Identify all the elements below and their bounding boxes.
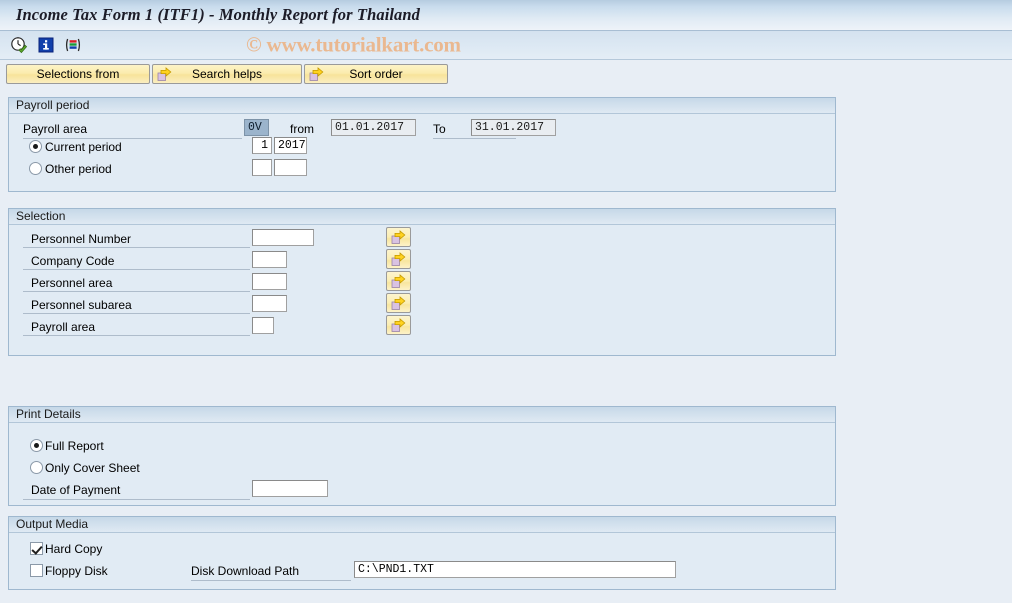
company-code-multiple-selection-button[interactable]: [386, 249, 411, 269]
personnel-number-label: Personnel Number: [31, 232, 132, 246]
disk-download-path-label: Disk Download Path: [191, 564, 300, 578]
company-code-label: Company Code: [31, 254, 115, 268]
search-helps-button-label: Search helps: [191, 66, 263, 81]
hard-copy-label: Hard Copy: [45, 542, 103, 556]
current-period-label: Current period: [45, 140, 122, 154]
floppy-disk-checkbox[interactable]: [30, 564, 43, 577]
company-code-label-underline: [23, 269, 250, 270]
payroll-period-group-body: Payroll area 0V from 01.01.2017 To 31.01…: [9, 114, 835, 191]
output-media-group: Output Media Hard Copy Floppy Disk Disk …: [8, 516, 836, 590]
personnel-subarea-label: Personnel subarea: [31, 298, 132, 312]
selection-payroll-area-label-underline: [23, 335, 250, 336]
to-label-underline: [433, 138, 516, 139]
personnel-area-label-underline: [23, 291, 250, 292]
disk-download-path-label-underline: [191, 580, 351, 581]
to-label: To: [433, 122, 446, 136]
yellow-arrow-icon: [391, 251, 406, 266]
personnel-number-input[interactable]: [252, 229, 314, 246]
current-period-year-input[interactable]: 2017: [274, 137, 307, 154]
payroll-area-label: Payroll area: [23, 122, 88, 136]
info-icon[interactable]: [37, 36, 55, 54]
yellow-arrow-icon: [157, 66, 172, 85]
period-to-date-field: 31.01.2017: [471, 119, 556, 136]
selection-payroll-area-input[interactable]: [252, 317, 274, 334]
selection-variant-icon[interactable]: [64, 36, 82, 54]
current-period-number-input[interactable]: 1: [252, 137, 272, 154]
personnel-subarea-input[interactable]: [252, 295, 287, 312]
selection-group-header: Selection: [9, 209, 835, 225]
full-report-radio[interactable]: [30, 439, 43, 452]
date-of-payment-label-underline: [23, 499, 250, 500]
output-media-group-body: Hard Copy Floppy Disk Disk Download Path…: [9, 533, 835, 589]
period-from-date-field: 01.01.2017: [331, 119, 416, 136]
selection-group: Selection Personnel Number Company Code …: [8, 208, 836, 356]
selection-group-body: Personnel Number Company Code Personnel …: [9, 225, 835, 355]
selection-payroll-area-multiple-selection-button[interactable]: [386, 315, 411, 335]
page-title: Income Tax Form 1 (ITF1) - Monthly Repor…: [16, 5, 421, 24]
selection-button-bar: Selections from Search helps Sort order: [0, 60, 1012, 84]
yellow-arrow-icon: [391, 317, 406, 332]
print-details-group-body: Full Report Only Cover Sheet Date of Pay…: [9, 423, 835, 505]
payroll-area-input[interactable]: 0V: [244, 119, 269, 136]
output-media-group-header: Output Media: [9, 517, 835, 533]
disk-download-path-input[interactable]: C:\PND1.TXT: [354, 561, 676, 578]
application-toolbar: © www.tutorialkart.com: [0, 31, 1012, 60]
watermark-text: © www.tutorialkart.com: [246, 32, 461, 57]
print-details-group: Print Details Full Report Only Cover She…: [8, 406, 836, 506]
payroll-period-group-header: Payroll period: [9, 98, 835, 114]
selections-from-button[interactable]: Selections from: [6, 63, 150, 84]
personnel-number-multiple-selection-button[interactable]: [386, 227, 411, 247]
personnel-subarea-multiple-selection-button[interactable]: [386, 293, 411, 313]
personnel-area-label: Personnel area: [31, 276, 113, 290]
sort-order-button[interactable]: Sort order: [304, 63, 448, 85]
date-of-payment-label: Date of Payment: [31, 483, 121, 497]
other-period-year-input[interactable]: [274, 159, 307, 176]
payroll-area-label-underline: [23, 138, 242, 139]
personnel-subarea-label-underline: [23, 313, 250, 314]
payroll-period-group: Payroll period Payroll area 0V from 01.0…: [8, 97, 836, 192]
execute-clock-icon[interactable]: [10, 36, 28, 54]
current-period-radio[interactable]: [29, 140, 42, 153]
selections-from-button-label: Selections from: [36, 66, 120, 81]
hard-copy-checkbox[interactable]: [30, 542, 43, 555]
selection-payroll-area-label: Payroll area: [31, 320, 96, 334]
other-period-radio[interactable]: [29, 162, 42, 175]
floppy-disk-label: Floppy Disk: [45, 564, 108, 578]
yellow-arrow-icon: [309, 66, 324, 85]
personnel-area-input[interactable]: [252, 273, 287, 290]
print-details-group-header: Print Details: [9, 407, 835, 423]
window-title-bar: Income Tax Form 1 (ITF1) - Monthly Repor…: [0, 0, 1012, 31]
personnel-number-label-underline: [23, 247, 250, 248]
company-code-input[interactable]: [252, 251, 287, 268]
other-period-number-input[interactable]: [252, 159, 272, 176]
personnel-area-multiple-selection-button[interactable]: [386, 271, 411, 291]
yellow-arrow-icon: [391, 273, 406, 288]
full-report-label: Full Report: [45, 439, 104, 453]
yellow-arrow-icon: [391, 295, 406, 310]
sort-order-button-label: Sort order: [349, 66, 403, 81]
other-period-label: Other period: [45, 162, 112, 176]
search-helps-button[interactable]: Search helps: [152, 63, 302, 85]
yellow-arrow-icon: [391, 229, 406, 244]
only-cover-sheet-label: Only Cover Sheet: [45, 461, 140, 475]
date-of-payment-input[interactable]: [252, 480, 328, 497]
from-label: from: [290, 122, 314, 136]
only-cover-sheet-radio[interactable]: [30, 461, 43, 474]
